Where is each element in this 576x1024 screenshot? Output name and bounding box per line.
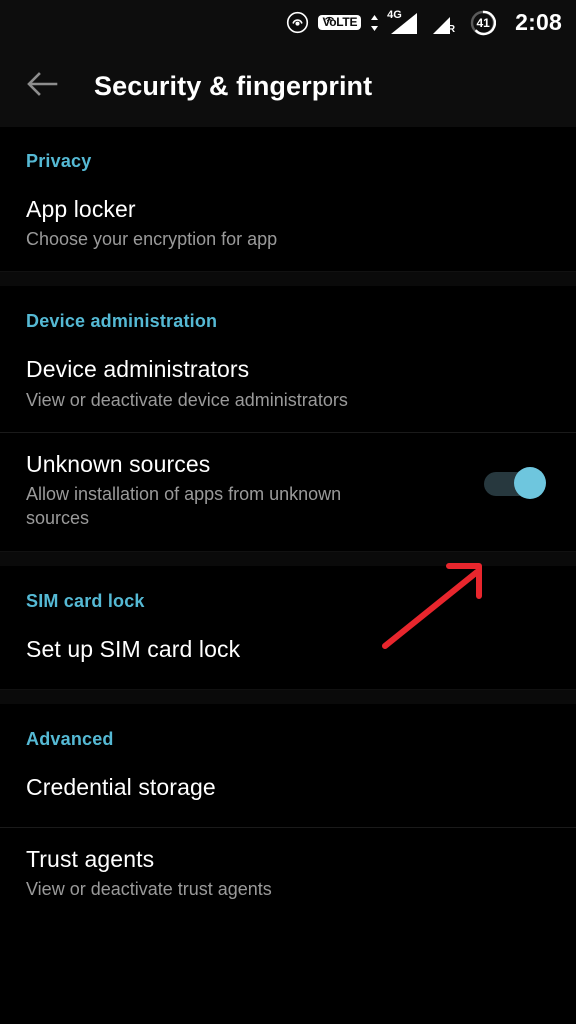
row-text: Trust agents View or deactivate trust ag… <box>26 846 550 901</box>
list-item-unknown-sources[interactable]: Unknown sources Allow installation of ap… <box>0 431 576 551</box>
signal-roaming-icon: R <box>427 10 456 36</box>
list-item-title: Unknown sources <box>26 450 211 477</box>
section-divider <box>0 688 576 705</box>
section-header-advanced: Advanced <box>26 728 114 749</box>
unknown-sources-toggle[interactable] <box>484 466 546 499</box>
battery-level-label: 41 <box>476 15 490 30</box>
cast-icon <box>286 11 309 34</box>
status-bar: Vo LTE 4G R 41 2:08 <box>0 0 576 45</box>
section-header-sim-card-lock: SIM card lock <box>26 590 145 611</box>
status-bar-icons: Vo LTE 4G R 41 2:08 <box>286 9 562 36</box>
row-text: App locker Choose your encryption for ap… <box>26 196 550 251</box>
roaming-label: R <box>447 23 456 35</box>
list-item-credential-storage[interactable]: Credential storage <box>0 756 576 827</box>
row-text: Set up SIM card lock <box>26 636 550 663</box>
battery-icon: 41 <box>470 10 497 36</box>
settings-list[interactable]: Privacy App locker Choose your encryptio… <box>0 127 576 1024</box>
app-bar: Security & fingerprint <box>0 45 576 127</box>
list-item-app-locker[interactable]: App locker Choose your encryption for ap… <box>0 178 576 271</box>
section-sim-card-lock: SIM card lock Set up SIM card lock <box>0 566 576 689</box>
page-title: Security & fingerprint <box>94 70 373 101</box>
list-item-title: Trust agents <box>26 845 155 872</box>
list-item-trust-agents[interactable]: Trust agents View or deactivate trust ag… <box>0 826 576 921</box>
arrow-left-icon <box>26 71 58 102</box>
row-text: Device administrators View or deactivate… <box>26 356 550 411</box>
signal-4g-icon: 4G <box>387 8 418 36</box>
section-privacy: Privacy App locker Choose your encryptio… <box>0 127 576 272</box>
signal-4g-label: 4G <box>387 8 402 21</box>
list-item-subtitle: Allow installation of apps from unknown … <box>26 483 342 529</box>
list-item-set-up-sim-card-lock[interactable]: Set up SIM card lock <box>0 618 576 689</box>
volte-wifi-glyph <box>325 16 335 22</box>
toggle-thumb <box>514 466 546 499</box>
volte-suffix: LTE <box>336 15 358 29</box>
section-divider <box>0 271 576 288</box>
section-device-administration: Device administration Device administrat… <box>0 287 576 551</box>
list-item-title: App locker <box>26 196 136 222</box>
section-advanced: Advanced Credential storage Trust agents… <box>0 704 576 922</box>
status-bar-clock: 2:08 <box>515 9 562 35</box>
list-item-title: Set up SIM card lock <box>26 635 241 662</box>
list-item-subtitle: View or deactivate trust agents <box>26 878 272 899</box>
list-item-subtitle: View or deactivate device administrators <box>26 389 348 410</box>
list-item-title: Device administrators <box>26 356 250 383</box>
data-transfer-icon <box>370 13 379 33</box>
list-item-device-administrators[interactable]: Device administrators View or deactivate… <box>0 338 576 431</box>
row-text: Credential storage <box>26 774 550 801</box>
list-item-subtitle: Choose your encryption for app <box>26 229 278 250</box>
volte-icon: Vo LTE <box>318 15 362 30</box>
section-divider <box>0 550 576 567</box>
section-header-device-administration: Device administration <box>26 311 218 332</box>
section-header-privacy: Privacy <box>26 151 92 171</box>
list-item-title: Credential storage <box>26 773 216 800</box>
back-button[interactable] <box>20 64 64 108</box>
row-text: Unknown sources Allow installation of ap… <box>26 451 484 531</box>
